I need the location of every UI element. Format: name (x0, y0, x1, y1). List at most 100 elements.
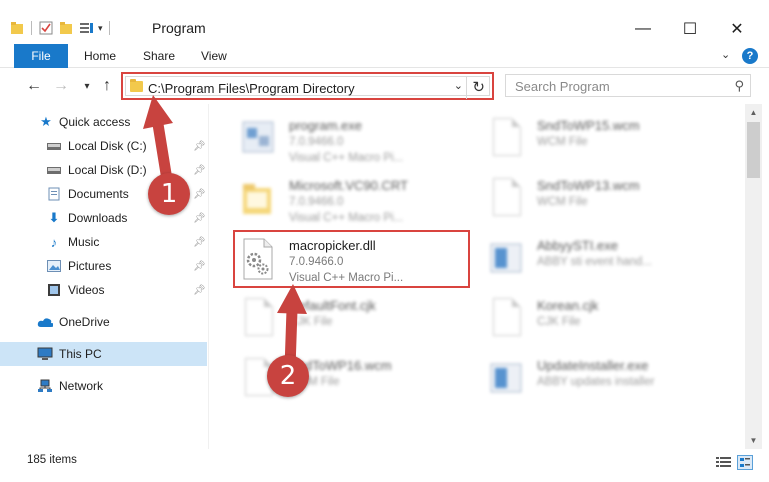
file-description: Visual C++ Macro Pi... (289, 152, 404, 164)
sidebar-item-label: Downloads (68, 211, 128, 225)
tab-home[interactable]: Home (84, 44, 116, 68)
cloud-icon (37, 314, 53, 330)
item-count: 185 items (27, 454, 77, 466)
search-box[interactable]: Search Program ⚲ (505, 74, 751, 97)
folder-icon[interactable] (10, 21, 24, 35)
forward-arrow-icon[interactable]: → (51, 76, 71, 96)
divider (31, 21, 32, 35)
address-field[interactable]: C:\Program Files\Program Directory ⌄ ↻ (125, 76, 490, 99)
sidebar-item-pictures[interactable]: Pictures 📌︎ (0, 254, 207, 278)
ribbon-tabs: File Home Share View ⌄ ? (0, 44, 769, 68)
list-item[interactable]: AbbyySTI.exe ABBY sti event hand... (481, 232, 731, 290)
file-description: ABBY updates installer (537, 376, 655, 388)
close-button[interactable]: ✕ (714, 14, 760, 44)
back-arrow-icon[interactable]: ← (24, 76, 44, 96)
sidebar-item-onedrive[interactable]: OneDrive (0, 310, 207, 334)
navigation-bar: ← → ▾ ↑ C:\Program Files\Program Directo… (0, 68, 769, 104)
properties-icon[interactable] (39, 21, 53, 35)
window-title: Program (152, 20, 206, 36)
exe-icon (489, 358, 523, 402)
vertical-scrollbar[interactable]: ▲ ▼ (745, 104, 762, 449)
file-name: SndToWP13.wcm (537, 178, 640, 193)
sidebar-item-local-disk-c[interactable]: Local Disk (C:) 📌︎ (0, 134, 207, 158)
file-icon (489, 298, 523, 342)
scrollbar-thumb[interactable] (747, 122, 760, 178)
pin-icon[interactable]: 📌︎ (193, 141, 206, 152)
tab-share[interactable]: Share (143, 44, 175, 68)
pin-icon[interactable]: 📌︎ (193, 189, 206, 200)
navigation-pane: ★ Quick access Local Disk (C:) 📌︎ Local … (0, 104, 208, 449)
file-name: Korean.cjk (537, 298, 599, 313)
address-bar[interactable]: C:\Program Files\Program Directory ⌄ ↻ (121, 72, 494, 100)
sidebar-item-videos[interactable]: Videos 📌︎ (0, 278, 207, 302)
file-name: AbbyySTI.exe (537, 238, 618, 253)
search-icon[interactable]: ⚲ (734, 78, 744, 94)
folder-icon (241, 178, 275, 222)
search-input[interactable]: Search Program (515, 79, 610, 94)
sidebar-item-music[interactable]: ♪ Music 📌︎ (0, 230, 207, 254)
documents-icon (46, 186, 62, 202)
list-item[interactable]: DefaultFont.cjk CJK File (233, 292, 483, 350)
details-view-icon[interactable] (716, 456, 731, 469)
new-folder-icon[interactable] (59, 21, 73, 35)
star-icon: ★ (40, 114, 52, 129)
up-arrow-icon[interactable]: ↑ (97, 76, 117, 96)
list-item[interactable]: UpdateInstaller.exe ABBY updates install… (481, 352, 731, 410)
file-icon (241, 298, 275, 342)
file-name: DefaultFont.cjk (289, 298, 376, 313)
pin-icon[interactable]: 📌︎ (193, 285, 206, 296)
list-item[interactable]: Korean.cjk CJK File (481, 292, 731, 350)
pin-icon[interactable]: 📌︎ (193, 165, 206, 176)
title-bar: ▾ Program — ☐ ✕ (0, 0, 769, 44)
refresh-icon[interactable]: ↻ (472, 78, 485, 96)
expand-ribbon-icon[interactable]: ⌄ (721, 48, 730, 61)
sidebar-item-label: Documents (68, 187, 129, 201)
file-type: CJK File (289, 316, 333, 328)
recent-locations-chevron-icon[interactable]: ▾ (77, 76, 97, 96)
tab-file[interactable]: File (14, 44, 68, 68)
highlight-box (233, 230, 470, 288)
address-history-chevron-icon[interactable]: ⌄ (454, 79, 463, 92)
file-name: Microsoft.VC90.CRT (289, 178, 408, 193)
step-badge-1: 1 (148, 173, 190, 215)
file-version: 7.0.9466.0 (289, 136, 344, 148)
pictures-icon (46, 258, 62, 274)
sidebar-item-quick-access[interactable]: ★ Quick access (0, 110, 207, 134)
drive-icon (46, 162, 62, 178)
scroll-up-icon[interactable]: ▲ (745, 104, 762, 121)
computer-icon (37, 346, 53, 362)
list-item[interactable]: SndToWP15.wcm WCM File (481, 112, 731, 170)
file-name: SndToWP15.wcm (537, 118, 640, 133)
rename-icon[interactable] (79, 21, 95, 35)
file-name: program.exe (289, 118, 362, 133)
minimize-button[interactable]: — (620, 14, 666, 44)
pin-icon[interactable]: 📌︎ (193, 261, 206, 272)
tab-view[interactable]: View (201, 44, 227, 68)
address-path[interactable]: C:\Program Files\Program Directory (148, 81, 355, 96)
file-icon (489, 178, 523, 222)
list-item[interactable]: Microsoft.VC90.CRT 7.0.9466.0 Visual C++… (233, 172, 483, 230)
sidebar-item-label: Videos (68, 283, 105, 297)
sidebar-item-label: Pictures (68, 259, 112, 273)
scroll-down-icon[interactable]: ▼ (745, 432, 762, 449)
sidebar-item-label: Quick access (59, 115, 131, 129)
pin-icon[interactable]: 📌︎ (193, 237, 206, 248)
file-type: WCM File (537, 196, 588, 208)
tiles-view-icon[interactable] (737, 455, 753, 470)
videos-icon (46, 282, 62, 298)
network-icon (37, 378, 53, 394)
list-item[interactable]: program.exe 7.0.9466.0 Visual C++ Macro … (233, 112, 483, 170)
sidebar-item-label: Network (59, 379, 104, 393)
sidebar-item-network[interactable]: Network (0, 374, 207, 398)
maximize-button[interactable]: ☐ (667, 14, 713, 44)
help-icon[interactable]: ? (742, 48, 758, 64)
customize-chevron-icon[interactable]: ▾ (98, 23, 103, 34)
file-type: CJK File (537, 316, 581, 328)
step-badge-2: 2 (267, 355, 309, 397)
sidebar-item-this-pc[interactable]: This PC (0, 342, 207, 366)
file-version: 7.0.9466.0 (289, 196, 344, 208)
exe-icon (489, 238, 523, 282)
list-item[interactable]: SndToWP13.wcm WCM File (481, 172, 731, 230)
pin-icon[interactable]: 📌︎ (193, 213, 206, 224)
drive-icon (46, 138, 62, 154)
